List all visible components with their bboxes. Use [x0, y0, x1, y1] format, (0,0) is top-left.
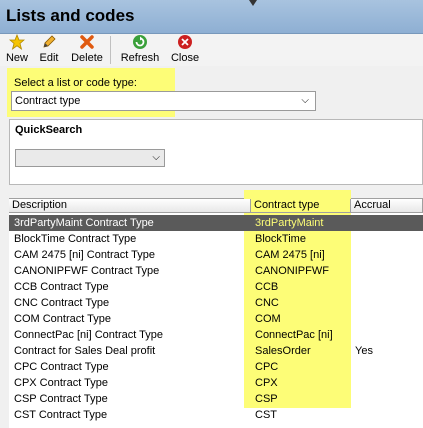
- cell-description: COM Contract Type: [14, 313, 111, 325]
- codes-table: Description Contract type Accrual 3rdPar…: [9, 190, 423, 428]
- delete-label: Delete: [71, 52, 103, 64]
- star-icon: [9, 34, 25, 50]
- table-row[interactable]: COM Contract Type COM: [9, 311, 423, 327]
- cell-description: CANONIPFWF Contract Type: [14, 265, 160, 277]
- table-row[interactable]: CSP Contract Type CSP: [9, 391, 423, 407]
- column-header-label: Contract type: [254, 199, 320, 211]
- cell-description: CSP Contract Type: [14, 393, 108, 405]
- cell-description: CPC Contract Type: [14, 361, 109, 373]
- table-row[interactable]: CPX Contract Type CPX: [9, 375, 423, 391]
- cell-description: 3rdPartyMaint Contract Type: [14, 217, 154, 229]
- refresh-button[interactable]: Refresh: [118, 34, 162, 64]
- type-selector-label: Select a list or code type:: [14, 77, 137, 89]
- column-header-description[interactable]: Description: [9, 199, 251, 213]
- table-row[interactable]: 3rdPartyMaint Contract Type 3rdPartyMaint: [9, 215, 423, 231]
- window-title: Lists and codes: [6, 6, 135, 25]
- delete-x-icon: [80, 35, 94, 49]
- refresh-label: Refresh: [120, 52, 160, 64]
- edit-label: Edit: [39, 52, 59, 64]
- table-row[interactable]: CCB Contract Type CCB: [9, 279, 423, 295]
- cell-description: ConnectPac [ni] Contract Type: [14, 329, 163, 341]
- cell-contract-type: ConnectPac [ni]: [255, 329, 333, 341]
- quicksearch-title: QuickSearch: [15, 124, 83, 136]
- title-bar: Lists and codes: [0, 0, 423, 34]
- cell-description: CAM 2475 [ni] Contract Type: [14, 249, 156, 261]
- refresh-icon: [133, 35, 147, 49]
- toolbar: New Edit Delete Refresh Close: [0, 34, 423, 66]
- column-header-contract-type[interactable]: Contract type: [251, 199, 351, 213]
- cell-description: BlockTime Contract Type: [14, 233, 137, 245]
- cell-description: Contract for Sales Deal profit: [14, 345, 156, 357]
- close-label: Close: [170, 52, 200, 64]
- cell-contract-type: COM: [255, 313, 281, 325]
- toolbar-separator: [110, 36, 111, 64]
- delete-button[interactable]: Delete: [68, 34, 106, 64]
- edit-button[interactable]: Edit: [36, 34, 62, 64]
- cell-contract-type: CPX: [255, 377, 278, 389]
- pencil-icon: [43, 35, 56, 48]
- table-row[interactable]: CAM 2475 [ni] Contract Type CAM 2475 [ni]: [9, 247, 423, 263]
- list-type-value: Contract type: [15, 95, 81, 107]
- table-row[interactable]: Contract for Sales Deal profit SalesOrder…: [9, 343, 423, 359]
- table-row[interactable]: CPC Contract Type CPC: [9, 359, 423, 375]
- cell-accrual: Yes: [355, 345, 373, 357]
- cell-description: CST Contract Type: [14, 409, 108, 421]
- cell-description: CCB Contract Type: [14, 281, 109, 293]
- table-row[interactable]: CNC Contract Type CNC: [9, 295, 423, 311]
- mouse-cursor-icon: [249, 0, 257, 6]
- chevron-down-icon: ⌵: [301, 95, 309, 106]
- chevron-down-icon: ⌵: [152, 152, 160, 163]
- cell-contract-type: CNC: [255, 297, 279, 309]
- cell-contract-type: CANONIPFWF: [255, 265, 329, 277]
- quicksearch-dropdown[interactable]: ⌵: [15, 149, 165, 167]
- cell-contract-type: CAM 2475 [ni]: [255, 249, 325, 261]
- quicksearch-panel: QuickSearch ⌵: [9, 119, 423, 185]
- table-row[interactable]: CANONIPFWF Contract Type CANONIPFWF: [9, 263, 423, 279]
- table-row[interactable]: ConnectPac [ni] Contract Type ConnectPac …: [9, 327, 423, 343]
- close-button[interactable]: Close: [168, 34, 202, 64]
- cell-contract-type: BlockTime: [255, 233, 306, 245]
- list-type-dropdown[interactable]: Contract type ⌵: [11, 91, 316, 111]
- table-row[interactable]: BlockTime Contract Type BlockTime: [9, 231, 423, 247]
- cell-contract-type: CPC: [255, 361, 279, 373]
- column-header-accrual[interactable]: Accrual: [351, 199, 423, 213]
- cell-contract-type: 3rdPartyMaint: [255, 217, 324, 229]
- cell-contract-type: CST: [255, 409, 277, 421]
- cell-contract-type: CCB: [255, 281, 279, 293]
- table-row[interactable]: CST Contract Type CST: [9, 407, 423, 423]
- column-header-label: Description: [12, 199, 68, 211]
- close-icon: [178, 35, 192, 49]
- new-button[interactable]: New: [4, 34, 30, 64]
- cell-contract-type: CSP: [255, 393, 278, 405]
- cell-contract-type: SalesOrder: [255, 345, 311, 357]
- cell-description: CPX Contract Type: [14, 377, 108, 389]
- column-header-label: Accrual: [354, 199, 391, 211]
- new-label: New: [5, 52, 28, 64]
- cell-description: CNC Contract Type: [14, 297, 110, 309]
